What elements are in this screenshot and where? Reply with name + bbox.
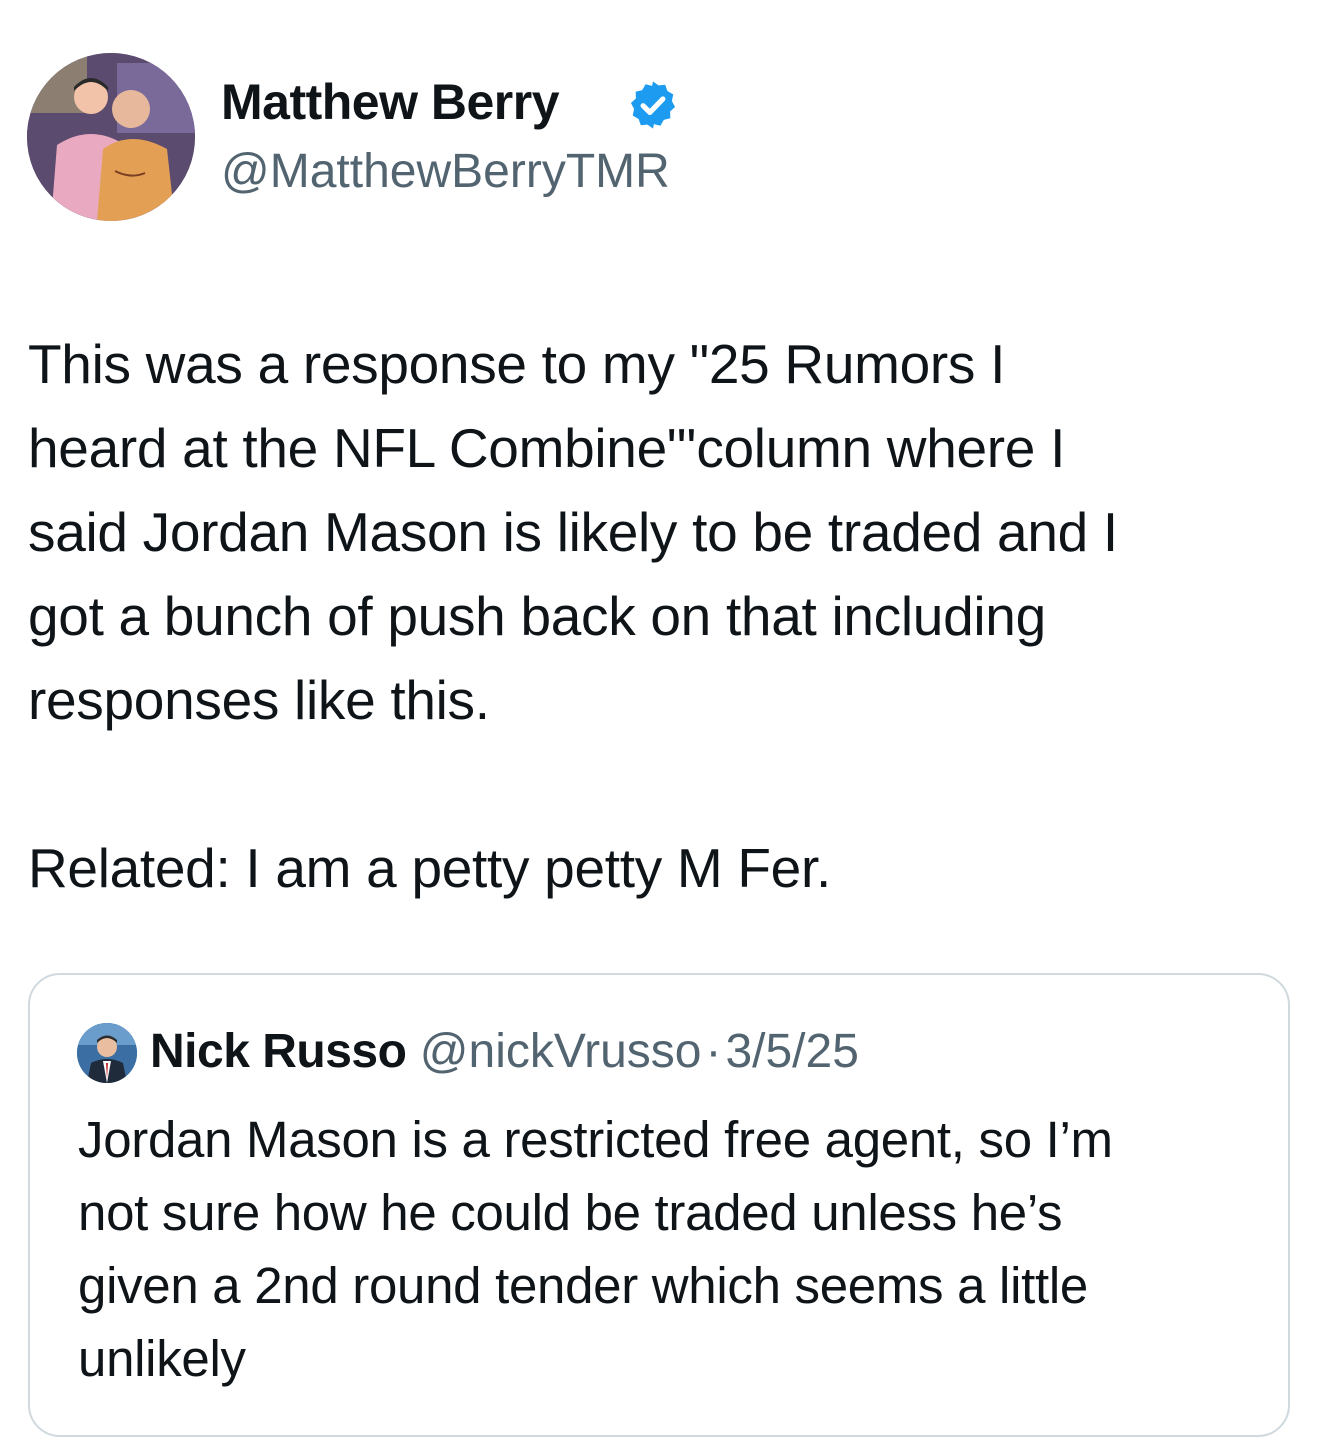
quoted-handle[interactable]: @nickVrusso	[420, 1025, 702, 1078]
tweet-line: responses like this.	[28, 669, 490, 731]
separator-dot: ·	[705, 1025, 722, 1078]
profile-photo-icon	[27, 53, 195, 221]
quoted-line: given a 2nd round tender which seems a l…	[78, 1257, 1088, 1314]
tweet-line: heard at the NFL Combine"'column where I	[28, 417, 1066, 479]
tweet-line: got a bunch of push back on that includi…	[28, 585, 1046, 647]
quoted-line: not sure how he could be traded unless h…	[78, 1184, 1063, 1241]
profile-photo-icon	[77, 1023, 137, 1083]
verified-badge-icon	[630, 81, 676, 129]
tweet-line: This was a response to my "25 Rumors I	[28, 333, 1006, 395]
quoted-line: Jordan Mason is a restricted free agent,…	[78, 1111, 1113, 1168]
quoted-author-avatar[interactable]	[77, 1023, 137, 1083]
quoted-line: unlikely	[78, 1330, 246, 1387]
tweet-related-line: Related: I am a petty petty M Fer.	[28, 837, 831, 899]
tweet-text: This was a response to my "25 Rumors I h…	[28, 322, 1298, 910]
author-avatar[interactable]	[27, 53, 195, 221]
author-handle[interactable]: @MatthewBerryTMR	[221, 140, 670, 204]
author-display-name[interactable]: Matthew Berry	[221, 70, 560, 134]
quoted-header: Nick Russo @nickVrusso·3/5/25	[150, 1019, 859, 1085]
tweet-line: said Jordan Mason is likely to be traded…	[28, 501, 1118, 563]
quoted-date[interactable]: 3/5/25	[725, 1025, 858, 1078]
quoted-tweet-card[interactable]: Nick Russo @nickVrusso·3/5/25 Jordan Mas…	[28, 973, 1290, 1437]
quoted-tweet-text: Jordan Mason is a restricted free agent,…	[78, 1103, 1258, 1395]
quoted-display-name[interactable]: Nick Russo	[150, 1025, 407, 1078]
